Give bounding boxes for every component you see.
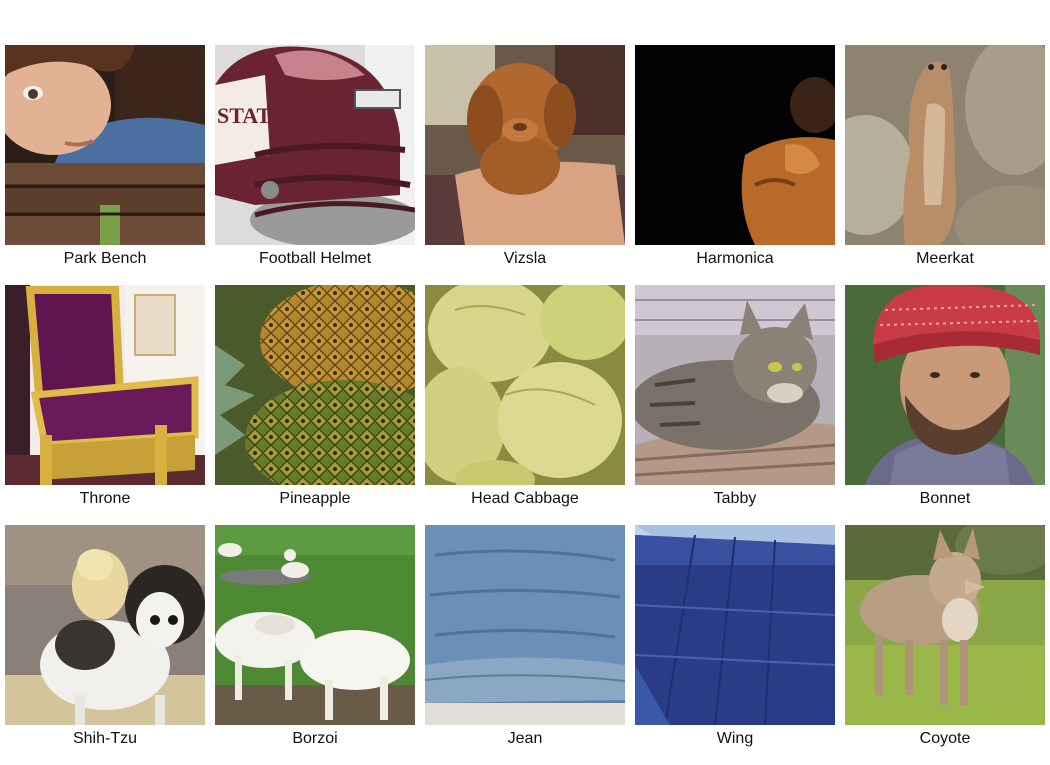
image-tile: Bonnet <box>845 285 1045 525</box>
image-tile: Pineapple <box>215 285 415 525</box>
image-caption: Throne <box>79 490 131 507</box>
image-tile: Vizsla <box>425 45 625 285</box>
image-caption: Meerkat <box>916 250 974 267</box>
image-tile: Throne <box>5 285 205 525</box>
image-caption: Wing <box>716 730 754 747</box>
image-tile: Park Bench <box>5 45 205 285</box>
image-tile: Wing <box>635 525 835 765</box>
image-caption: Park Bench <box>63 250 147 267</box>
image-tile: STATE Football Helmet <box>215 45 415 285</box>
image-caption: Pineapple <box>279 490 351 507</box>
image-caption: Bonnet <box>919 490 971 507</box>
football-helmet-photo: STATE <box>215 45 415 245</box>
park-bench-photo <box>5 45 205 245</box>
image-caption: Borzoi <box>292 730 338 747</box>
image-caption: Football Helmet <box>258 250 372 267</box>
pineapple-photo <box>215 285 415 485</box>
meerkat-photo <box>845 45 1045 245</box>
image-tile: Shih-Tzu <box>5 525 205 765</box>
shih-tzu-photo <box>5 525 205 725</box>
helmet-logo-text: STATE <box>217 103 286 128</box>
image-tile: Tabby <box>635 285 835 525</box>
image-caption: Coyote <box>919 730 971 747</box>
wing-photo <box>635 525 835 725</box>
image-tile: Jean <box>425 525 625 765</box>
image-caption: Shih-Tzu <box>72 730 138 747</box>
jean-photo <box>425 525 625 725</box>
tabby-photo <box>635 285 835 485</box>
image-tile: Meerkat <box>845 45 1045 285</box>
image-tile: Head Cabbage <box>425 285 625 525</box>
image-caption: Harmonica <box>696 250 774 267</box>
throne-photo <box>5 285 205 485</box>
coyote-photo <box>845 525 1045 725</box>
image-caption: Vizsla <box>503 250 547 267</box>
head-cabbage-photo <box>425 285 625 485</box>
harmonica-photo <box>635 45 835 245</box>
image-caption: Jean <box>507 730 543 747</box>
image-tile: Borzoi <box>215 525 415 765</box>
image-grid: Park Bench STATE Football Helmet Vizsla … <box>5 45 1045 765</box>
image-caption: Head Cabbage <box>471 490 579 507</box>
bonnet-photo <box>845 285 1045 485</box>
vizsla-photo <box>425 45 625 245</box>
image-tile: Coyote <box>845 525 1045 765</box>
image-caption: Tabby <box>713 490 757 507</box>
image-tile: Harmonica <box>635 45 835 285</box>
borzoi-photo <box>215 525 415 725</box>
